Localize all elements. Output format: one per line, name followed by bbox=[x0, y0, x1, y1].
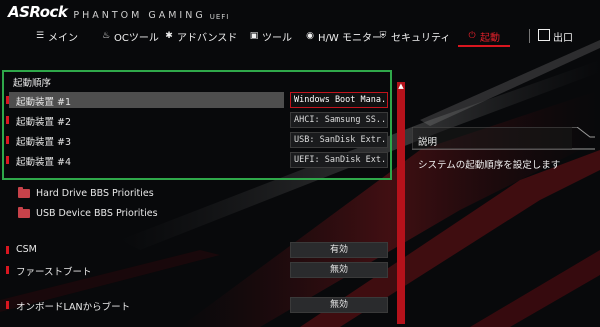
boot-device-row-3[interactable]: 起動装置 #3 USB: SanDisk Extr... bbox=[6, 132, 390, 148]
boot-device-row-4[interactable]: 起動装置 #4 UEFI: SanDisk Ext... bbox=[6, 152, 390, 168]
main-nav: ☰ メイン ♨ OCツール ✱ アドバンスド ▣ ツール ◉ H/W モニター … bbox=[0, 25, 600, 47]
boot-device-label: 起動装置 #4 bbox=[16, 157, 72, 168]
folder-label: USB Device BBS Priorities bbox=[36, 207, 158, 219]
boot-device-label: 起動装置 #1 bbox=[16, 97, 72, 108]
boot-device-label: 起動装置 #3 bbox=[16, 137, 72, 148]
uefi-label: UEFI bbox=[209, 13, 230, 21]
folder-label: Hard Drive BBS Priorities bbox=[36, 187, 154, 199]
tab-main-label: メイン bbox=[48, 32, 78, 44]
row-marker bbox=[6, 301, 9, 309]
row-marker bbox=[6, 136, 9, 144]
tab-security[interactable]: ⛨ セキュリティ bbox=[378, 25, 451, 47]
scrollbar[interactable] bbox=[397, 82, 405, 324]
hard-drive-bbs-priorities[interactable]: Hard Drive BBS Priorities bbox=[18, 186, 154, 200]
list-icon: ☰ bbox=[35, 31, 45, 41]
boot-device-row-1[interactable]: 起動装置 #1 Windows Boot Mana... bbox=[6, 92, 390, 108]
tab-main[interactable]: ☰ メイン bbox=[35, 25, 78, 47]
phantom-gaming-title: PHANTOM GAMING bbox=[73, 10, 206, 21]
asrock-logo: ASRock bbox=[8, 3, 68, 21]
option-value[interactable]: 無効 bbox=[290, 297, 388, 313]
boot-order-title: 起動順序 bbox=[13, 78, 52, 89]
tab-hw-monitor-label: H/W モニター bbox=[318, 32, 382, 44]
toolbox-icon: ▣ bbox=[249, 31, 259, 41]
option-label: ファーストブート bbox=[16, 267, 92, 278]
row-marker bbox=[6, 156, 9, 164]
active-tab-underline bbox=[458, 45, 510, 47]
tab-boot-label: 起動 bbox=[480, 32, 500, 44]
tab-hw-monitor[interactable]: ◉ H/W モニター bbox=[305, 25, 382, 47]
nav-separator bbox=[529, 29, 530, 43]
tab-exit-label: 出口 bbox=[553, 32, 573, 44]
tab-tools-label: ツール bbox=[262, 32, 292, 44]
row-marker bbox=[6, 96, 9, 104]
boot-device-label: 起動装置 #2 bbox=[16, 117, 72, 128]
boot-device-value[interactable]: Windows Boot Mana... bbox=[290, 92, 388, 108]
folder-icon bbox=[18, 206, 30, 218]
brand-logo: ASRock PHANTOM GAMING UEFI bbox=[8, 3, 229, 21]
option-value[interactable]: 有効 bbox=[290, 242, 388, 258]
boot-device-value[interactable]: USB: SanDisk Extr... bbox=[290, 132, 388, 148]
option-onboard-lan-boot[interactable]: オンボードLANからブート 無効 bbox=[6, 297, 390, 313]
scroll-up-arrow-icon[interactable]: ▲ bbox=[397, 82, 405, 90]
tab-oc-tools[interactable]: ♨ OCツール bbox=[101, 25, 159, 47]
star-icon: ✱ bbox=[165, 31, 173, 41]
option-fast-boot[interactable]: ファーストブート 無効 bbox=[6, 262, 390, 278]
tab-tools[interactable]: ▣ ツール bbox=[249, 25, 292, 47]
boot-device-value[interactable]: AHCI: Samsung SS... bbox=[290, 112, 388, 128]
description-title: 説明 bbox=[418, 137, 438, 148]
row-marker bbox=[6, 266, 9, 274]
folder-icon bbox=[18, 186, 30, 198]
option-value[interactable]: 無効 bbox=[290, 262, 388, 278]
usb-device-bbs-priorities[interactable]: USB Device BBS Priorities bbox=[18, 206, 158, 220]
description-text: システムの起動順序を設定します bbox=[418, 160, 561, 171]
tab-boot[interactable]: ⏻ 起動 bbox=[467, 25, 500, 47]
power-icon: ⏻ bbox=[468, 31, 476, 41]
exit-icon-box bbox=[538, 29, 550, 41]
boot-device-row-2[interactable]: 起動装置 #2 AHCI: Samsung SS... bbox=[6, 112, 390, 128]
tab-advanced[interactable]: ✱ アドバンスド bbox=[164, 25, 237, 47]
tab-advanced-label: アドバンスド bbox=[177, 32, 238, 44]
shield-icon: ⛨ bbox=[379, 31, 387, 41]
row-marker bbox=[6, 246, 9, 254]
row-marker bbox=[6, 116, 9, 124]
flame-icon: ♨ bbox=[101, 31, 111, 41]
option-label: CSM bbox=[16, 244, 37, 255]
boot-device-value[interactable]: UEFI: SanDisk Ext... bbox=[290, 152, 388, 168]
option-csm[interactable]: CSM 有効 bbox=[6, 242, 390, 258]
tab-security-label: セキュリティ bbox=[391, 32, 451, 44]
option-label: オンボードLANからブート bbox=[16, 302, 131, 313]
tab-oc-tools-label: OCツール bbox=[114, 32, 159, 44]
monitor-gauge-icon: ◉ bbox=[306, 31, 314, 41]
